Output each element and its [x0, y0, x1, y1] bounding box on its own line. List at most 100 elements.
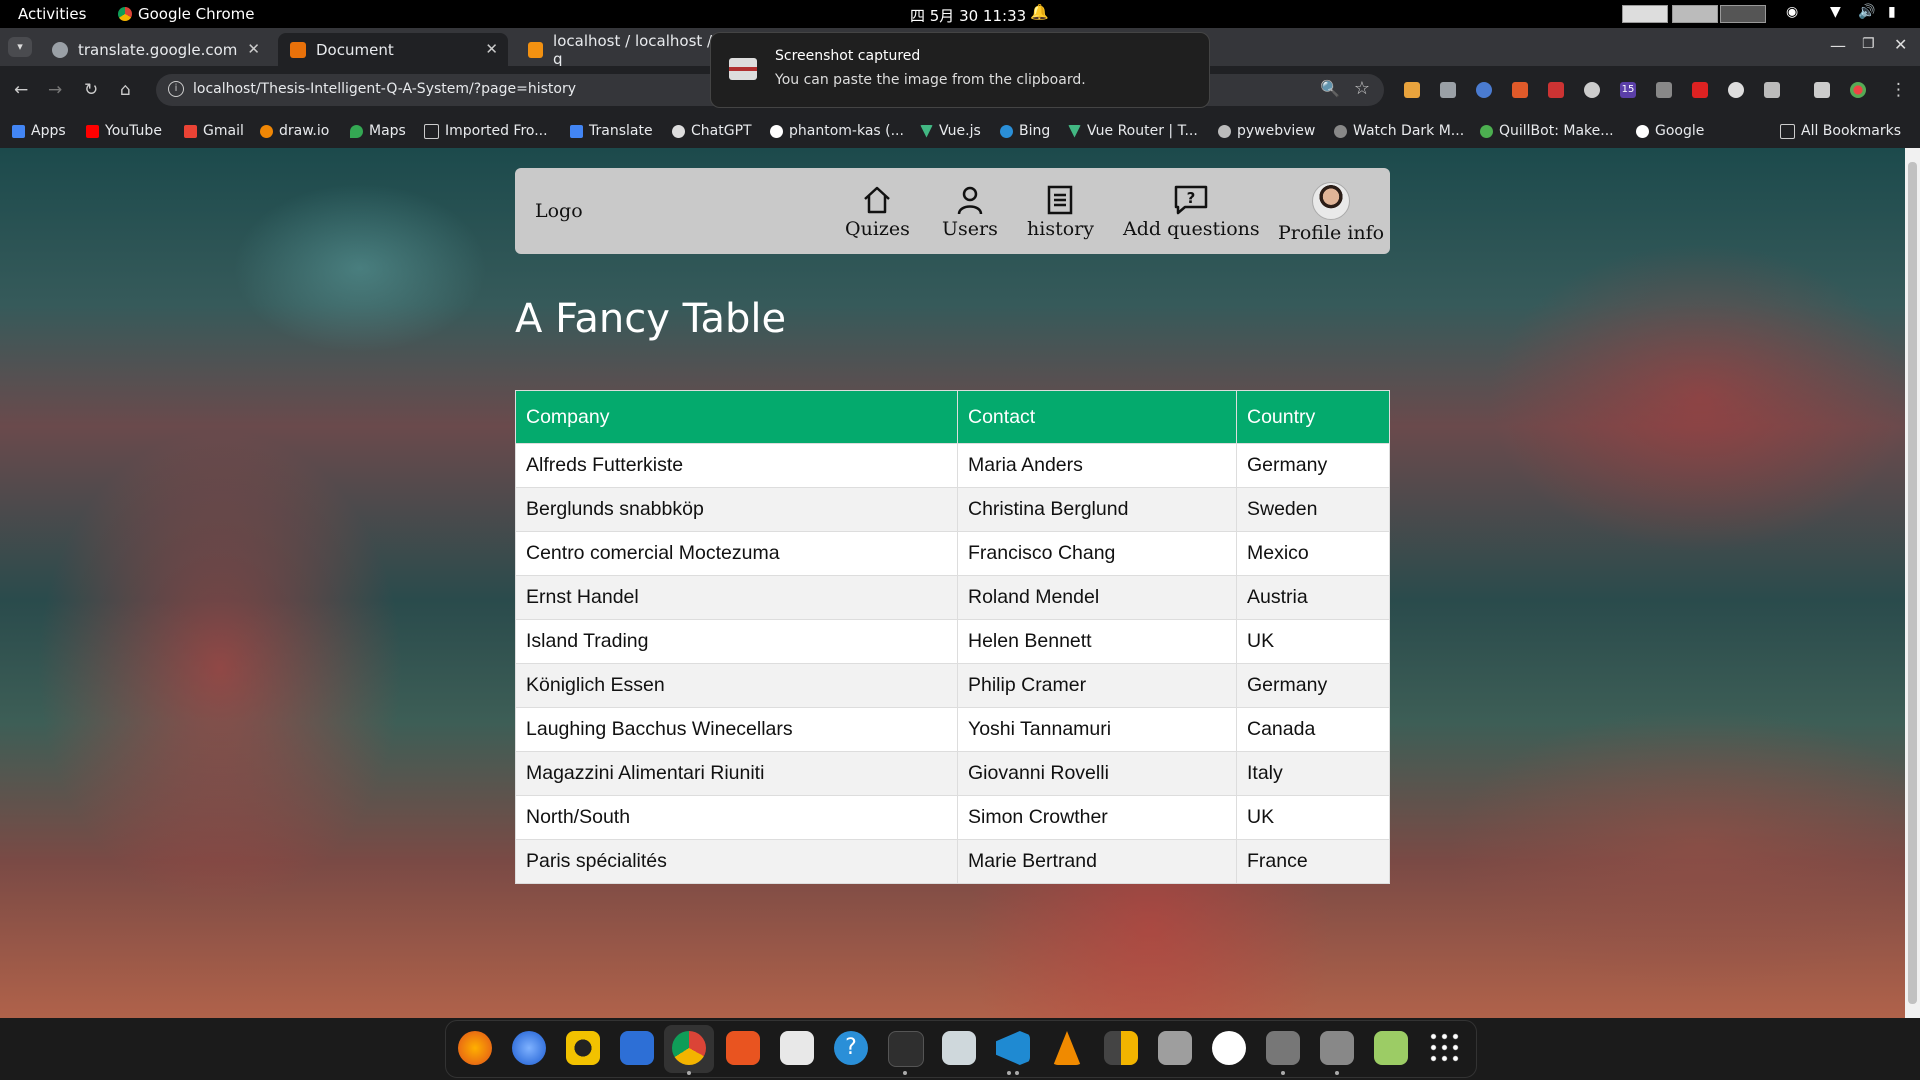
page-scrollbar[interactable]: [1905, 148, 1920, 1018]
restore-icon[interactable]: ❐: [1862, 36, 1875, 52]
back-icon[interactable]: ←: [14, 80, 28, 100]
bookmark-chatgpt[interactable]: ChatGPT: [672, 123, 752, 139]
files-icon[interactable]: [1158, 1031, 1192, 1065]
bookmark-translate[interactable]: Translate: [570, 123, 653, 139]
bookmark-vue-router[interactable]: Vue Router | T...: [1068, 123, 1198, 139]
bookmark-bing[interactable]: Bing: [1000, 123, 1050, 139]
volume-icon[interactable]: 🔊: [1858, 4, 1875, 20]
bookmark-pywebview[interactable]: pywebview: [1218, 123, 1315, 139]
active-app-menu[interactable]: Google Chrome: [118, 5, 255, 23]
clock[interactable]: 四 5月 30 11:33: [910, 5, 1026, 26]
extensions-puzzle-icon[interactable]: [1764, 82, 1780, 98]
nav-quizes[interactable]: Quizes: [845, 184, 910, 240]
workspace-1[interactable]: [1622, 5, 1668, 23]
zoom-icon[interactable]: 🔍: [1320, 79, 1340, 98]
extension-bolt-icon[interactable]: [1656, 82, 1672, 98]
app-center-icon[interactable]: [726, 1031, 760, 1065]
cell-contact: Francisco Chang: [957, 531, 1237, 576]
nav-history[interactable]: history: [1027, 184, 1094, 240]
tab-translate[interactable]: translate.google.com ✕: [40, 33, 270, 66]
bookmark-quillbot[interactable]: QuillBot: Make...: [1480, 123, 1614, 139]
site-logo[interactable]: Logo: [535, 200, 583, 222]
running-indicator: [903, 1071, 907, 1075]
extension-vue-icon[interactable]: [1440, 82, 1456, 98]
writer-icon[interactable]: [620, 1031, 654, 1065]
close-tab-icon[interactable]: ✕: [485, 40, 498, 58]
reload-icon[interactable]: ↻: [84, 80, 98, 100]
extension-pen-icon[interactable]: [1404, 82, 1420, 98]
scrollbar-thumb[interactable]: [1908, 162, 1917, 1004]
extension-red-icon[interactable]: [1548, 82, 1564, 98]
downloads-icon[interactable]: [1814, 82, 1830, 98]
all-bookmarks-button[interactable]: All Bookmarks: [1780, 123, 1901, 139]
calculator-icon[interactable]: [1104, 1031, 1138, 1065]
wifi-icon[interactable]: ▼: [1830, 4, 1841, 20]
bookmark-github[interactable]: phantom-kas (...: [770, 123, 904, 139]
rhythmbox-icon[interactable]: [566, 1031, 600, 1065]
bookmark-maps[interactable]: Maps: [350, 123, 406, 139]
cell-contact: Christina Berglund: [957, 487, 1237, 532]
extension-blue-icon[interactable]: [1476, 82, 1492, 98]
firefox-icon[interactable]: [458, 1031, 492, 1065]
bookmark-drawio[interactable]: draw.io: [260, 123, 329, 139]
chrome-menu-icon[interactable]: ⋮: [1890, 80, 1907, 100]
chrome-tray-icon[interactable]: ◉: [1786, 4, 1798, 20]
minimize-icon[interactable]: —: [1830, 36, 1846, 55]
nav-add-questions[interactable]: ? Add questions: [1123, 184, 1260, 240]
downloader-icon[interactable]: [780, 1031, 814, 1065]
bookmark-imported-folder[interactable]: Imported Fro...: [424, 123, 548, 139]
youtube-icon: [86, 124, 99, 138]
drive-icon[interactable]: [1266, 1031, 1300, 1065]
drive-icon[interactable]: [1320, 1031, 1354, 1065]
extension-badge-icon[interactable]: 15: [1620, 82, 1636, 98]
running-indicator: [1335, 1071, 1339, 1075]
terminal-icon[interactable]: [888, 1031, 924, 1067]
bookmark-google[interactable]: Google: [1636, 123, 1704, 139]
cell-country: Sweden: [1236, 487, 1390, 532]
battery-icon[interactable]: ▮: [1888, 4, 1896, 20]
trash-icon[interactable]: [1374, 1031, 1408, 1065]
extension-youtube-icon[interactable]: [1692, 82, 1708, 98]
extension-orange-icon[interactable]: [1512, 82, 1528, 98]
tab-document[interactable]: Document ✕: [278, 33, 508, 66]
bookmark-gmail[interactable]: Gmail: [184, 123, 244, 139]
running-indicator: [1015, 1071, 1019, 1075]
home-icon[interactable]: ⌂: [120, 80, 131, 100]
activities-button[interactable]: Activities: [18, 5, 86, 23]
running-indicator: [687, 1071, 691, 1075]
settings-app-icon[interactable]: [942, 1031, 976, 1065]
url-text[interactable]: localhost/Thesis-Intelligent-Q-A-System/…: [193, 81, 576, 97]
bookmark-watch-dark[interactable]: Watch Dark M...: [1334, 123, 1464, 139]
help-icon[interactable]: ?: [834, 1031, 868, 1065]
profile-avatar-icon[interactable]: [1850, 82, 1866, 98]
bookmark-youtube[interactable]: YouTube: [86, 123, 162, 139]
workspace-2[interactable]: [1672, 5, 1718, 23]
watch-icon: [1334, 124, 1347, 138]
cell-company: Königlich Essen: [515, 663, 958, 708]
vscode-icon[interactable]: [996, 1031, 1030, 1065]
forward-icon[interactable]: →: [48, 80, 62, 100]
screenshot-notification[interactable]: Screenshot captured You can paste the im…: [710, 32, 1210, 108]
close-window-icon[interactable]: ✕: [1894, 35, 1907, 54]
notification-bell-icon[interactable]: 🔔: [1030, 3, 1049, 21]
tab-search-button[interactable]: ▾: [8, 37, 32, 57]
thunderbird-icon[interactable]: [512, 1031, 546, 1065]
table-header-row: Company Contact Country: [515, 390, 1390, 444]
bookmark-vuejs[interactable]: Vue.js: [920, 123, 981, 139]
bookmark-apps[interactable]: Apps: [12, 123, 66, 139]
bookmark-star-icon[interactable]: ☆: [1354, 78, 1370, 99]
software-updater-icon[interactable]: [1212, 1031, 1246, 1065]
close-tab-icon[interactable]: ✕: [247, 40, 260, 58]
nav-profile-info[interactable]: Profile info: [1278, 182, 1384, 244]
site-info-icon[interactable]: i: [168, 81, 184, 97]
show-apps-grid-icon[interactable]: [1428, 1031, 1462, 1065]
chrome-icon[interactable]: [672, 1031, 706, 1065]
vlc-icon[interactable]: [1053, 1031, 1081, 1065]
extension-gear-icon[interactable]: [1584, 82, 1600, 98]
column-header-country: Country: [1236, 390, 1390, 444]
nav-users[interactable]: Users: [942, 184, 998, 240]
system-top-bar: Activities Google Chrome 四 5月 30 11:33 🔔…: [0, 0, 1920, 28]
tab-phpmyadmin[interactable]: localhost / localhost / q: [516, 33, 716, 66]
workspace-3[interactable]: [1720, 5, 1766, 23]
extension-grey-icon[interactable]: [1728, 82, 1744, 98]
